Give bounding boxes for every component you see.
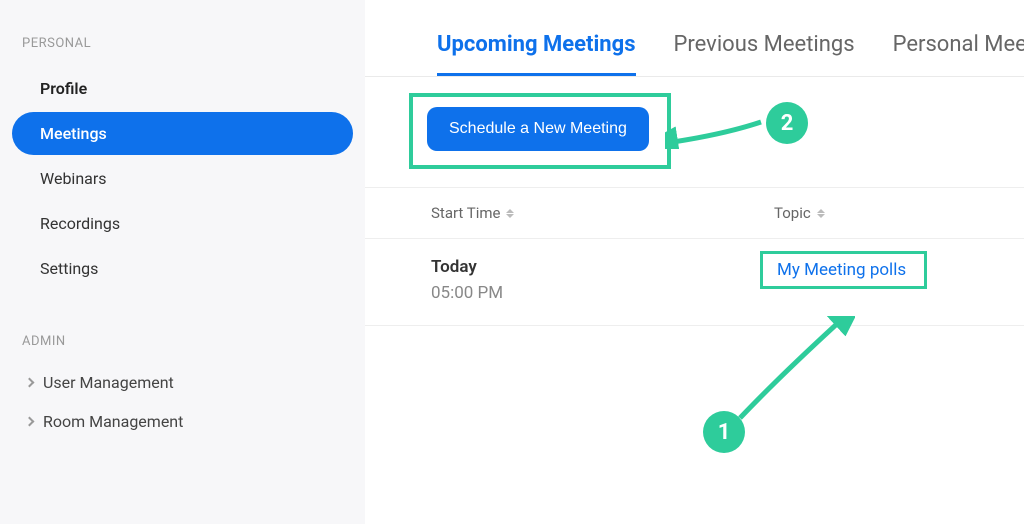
chevron-right-icon — [25, 378, 35, 388]
sidebar-item-room-management[interactable]: Room Management — [12, 402, 353, 441]
sort-icon — [506, 209, 514, 218]
column-header-label: Start Time — [431, 204, 500, 222]
sort-icon — [817, 209, 825, 218]
chevron-right-icon — [25, 417, 35, 427]
column-header-topic[interactable]: Topic — [774, 188, 958, 238]
sidebar-item-label: Room Management — [43, 412, 183, 431]
sidebar-item-meetings[interactable]: Meetings — [12, 112, 353, 155]
sidebar-item-label: Recordings — [40, 214, 120, 233]
table-row: Today 05:00 PM My Meeting polls — [365, 239, 1024, 326]
meeting-topic-link[interactable]: My Meeting polls — [777, 260, 906, 280]
meeting-day: Today — [431, 257, 774, 277]
meeting-time: 05:00 PM — [431, 283, 774, 303]
annotation-badge-2: 2 — [766, 102, 808, 144]
sidebar-item-label: Profile — [40, 79, 87, 98]
sidebar-item-label: Webinars — [40, 169, 107, 188]
tabs-bar: Upcoming Meetings Previous Meetings Pers… — [365, 0, 1024, 77]
sidebar-item-settings[interactable]: Settings — [12, 247, 353, 290]
sidebar-item-label: Meetings — [40, 124, 107, 143]
sidebar-nav: PERSONAL Profile Meetings Webinars Recor… — [0, 0, 365, 524]
sidebar-item-recordings[interactable]: Recordings — [12, 202, 353, 245]
tab-previous-meetings[interactable]: Previous Meetings — [674, 32, 855, 76]
sidebar-header-personal: PERSONAL — [12, 28, 353, 65]
column-header-label: Topic — [774, 204, 811, 222]
meetings-table-header: Start Time Topic — [365, 188, 1024, 239]
sidebar-item-user-management[interactable]: User Management — [12, 363, 353, 402]
sidebar-item-profile[interactable]: Profile — [12, 67, 353, 110]
annotation-highlight-box: My Meeting polls — [760, 251, 927, 289]
column-header-start-time[interactable]: Start Time — [431, 188, 774, 238]
sidebar-item-label: User Management — [43, 373, 174, 392]
annotation-arrow-icon — [665, 104, 765, 149]
annotation-highlight-box: Schedule a New Meeting — [409, 93, 671, 169]
tab-personal-meeting-room[interactable]: Personal Meeting Room — [893, 32, 1024, 76]
main-content: Upcoming Meetings Previous Meetings Pers… — [365, 0, 1024, 524]
sidebar-item-webinars[interactable]: Webinars — [12, 157, 353, 200]
annotation-arrow-icon — [735, 316, 855, 426]
sidebar-item-label: Settings — [40, 259, 98, 278]
topic-cell: My Meeting polls — [774, 257, 958, 303]
tab-upcoming-meetings[interactable]: Upcoming Meetings — [437, 32, 636, 76]
start-time-cell: Today 05:00 PM — [431, 257, 774, 303]
sidebar-header-admin: ADMIN — [12, 326, 353, 363]
schedule-new-meeting-button[interactable]: Schedule a New Meeting — [427, 107, 649, 151]
